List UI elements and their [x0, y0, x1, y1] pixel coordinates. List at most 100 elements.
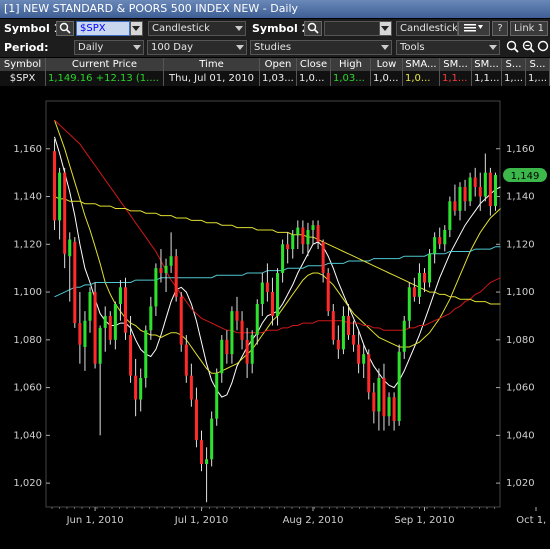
- candle-body: [286, 244, 290, 250]
- candle-body: [210, 418, 214, 460]
- y-tick-label-right: 1,060: [506, 383, 535, 394]
- period-select[interactable]: Daily: [74, 40, 144, 55]
- candle-body: [372, 392, 376, 412]
- link-button[interactable]: Link 1: [510, 21, 548, 36]
- candle-body: [139, 378, 143, 400]
- price-chart[interactable]: 1,020 1,020 1,040 1,040 1,060 1,060 1,080 1,080…: [0, 87, 550, 546]
- candle-body: [483, 172, 487, 197]
- reset-zoom-icon[interactable]: [536, 40, 549, 55]
- candle-body: [321, 241, 325, 273]
- col-header-current-price[interactable]: Current Price: [46, 58, 164, 71]
- x-tick-label: Oct 1, 2: [516, 515, 550, 526]
- candle-body: [458, 186, 462, 211]
- quote-grid-header: Symbol Current Price Time Open Close Hig…: [0, 58, 550, 71]
- candle-body: [159, 268, 163, 273]
- col-header-sma1[interactable]: SMA...: [403, 58, 440, 71]
- col-header-s1[interactable]: S...: [502, 58, 526, 71]
- col-header-time[interactable]: Time: [164, 58, 260, 71]
- candle-body: [311, 225, 315, 230]
- y-tick-label-left: 1,040: [13, 430, 42, 441]
- current-price-badge-label: 1,149: [511, 171, 540, 182]
- row-sma3: 1,1...: [472, 71, 502, 86]
- candle-body: [402, 320, 406, 352]
- candle-body: [199, 440, 204, 465]
- row-sma1: 1,0...: [403, 71, 440, 86]
- candle-body: [346, 315, 351, 336]
- candlestick-chart-svg[interactable]: 1,020 1,020 1,040 1,040 1,060 1,060 1,080 1,080…: [0, 87, 550, 546]
- candle-body: [382, 378, 386, 417]
- row-low: 1,0...: [371, 71, 403, 86]
- zoom-in-icon[interactable]: [505, 40, 519, 55]
- candle-body: [118, 287, 122, 304]
- symbol2-search-icon[interactable]: [304, 21, 322, 36]
- chart-type2-select[interactable]: Candlestick: [396, 21, 458, 36]
- col-header-s2[interactable]: S...: [526, 58, 550, 71]
- help-button[interactable]: ?: [492, 21, 508, 36]
- candle-body: [78, 323, 82, 345]
- candle-body: [438, 237, 442, 245]
- candle-body: [463, 186, 467, 202]
- candle-body: [73, 241, 77, 324]
- row-s2: 1,...: [526, 71, 550, 86]
- candle-body: [103, 315, 107, 328]
- col-header-low[interactable]: Low: [371, 58, 403, 71]
- col-header-close[interactable]: Close: [297, 58, 331, 71]
- candle-body: [164, 265, 168, 273]
- candle-body: [443, 229, 447, 245]
- candle-body: [397, 351, 401, 422]
- y-tick-label-left: 1,140: [13, 192, 42, 203]
- row-sma2: 1,1...: [440, 71, 472, 86]
- symbol1-input[interactable]: $SPX: [76, 21, 130, 36]
- candle-body: [169, 256, 173, 266]
- chevron-down-icon: [381, 26, 389, 31]
- y-tick-label-left: 1,120: [13, 239, 42, 250]
- chevron-down-icon: [133, 45, 141, 50]
- range-value: 100 Day: [151, 42, 194, 53]
- row-current-price: 1,149.16 +12.13 (1....: [46, 71, 164, 86]
- candle-body: [245, 339, 249, 364]
- candle-body: [336, 339, 340, 350]
- candle-body: [235, 311, 239, 321]
- candle-body: [265, 282, 269, 293]
- range-select[interactable]: 100 Day: [147, 40, 247, 55]
- candle-body: [58, 172, 62, 221]
- candle-body: [362, 354, 366, 364]
- chart-type-select[interactable]: Candlestick: [148, 21, 246, 36]
- col-header-high[interactable]: High: [331, 58, 371, 71]
- candle-body: [83, 320, 87, 347]
- studies-select[interactable]: Studies: [250, 40, 392, 55]
- symbol1-search-icon[interactable]: [56, 21, 74, 36]
- col-header-symbol[interactable]: Symbol: [0, 58, 46, 71]
- x-tick-label: Aug 2, 2010: [283, 515, 344, 526]
- candle-body: [53, 151, 57, 221]
- candle-body: [412, 287, 416, 297]
- candle-body: [63, 172, 67, 254]
- col-header-sma2[interactable]: SM...: [440, 58, 472, 71]
- candle-body: [296, 227, 300, 235]
- candle-body: [341, 315, 345, 350]
- symbol2-dropdown[interactable]: [379, 21, 392, 36]
- row-price-value: 1,149.16: [48, 73, 93, 84]
- candle-body: [225, 339, 229, 355]
- candle-body: [174, 256, 178, 297]
- chart-type-value: Candlestick: [152, 23, 210, 34]
- y-tick-label-left: 1,020: [13, 478, 42, 489]
- tools-select[interactable]: Tools: [396, 40, 500, 55]
- col-header-open[interactable]: Open: [260, 58, 297, 71]
- list-menu-icon[interactable]: [458, 21, 490, 36]
- zoom-out-icon[interactable]: [521, 40, 535, 55]
- symbol1-dropdown[interactable]: [130, 21, 143, 36]
- y-tick-label-left: 1,060: [13, 383, 42, 394]
- col-header-sma3[interactable]: SM...: [472, 58, 502, 71]
- row-s1: 1,...: [502, 71, 526, 86]
- quote-grid-row[interactable]: $SPX 1,149.16 +12.13 (1.... Thu, Jul 01,…: [0, 71, 550, 86]
- row-time: Thu, Jul 01, 2010: [164, 71, 260, 86]
- candle-body: [448, 201, 452, 230]
- y-tick-label-right: 1,140: [506, 192, 535, 203]
- row-price-change: +12.13 (1....: [95, 73, 159, 84]
- y-tick-label-right: 1,020: [506, 478, 535, 489]
- candle-body: [215, 373, 219, 419]
- y-tick-label-right: 1,100: [506, 287, 535, 298]
- candle-body: [220, 339, 224, 374]
- row-high: 1,03...: [331, 71, 371, 86]
